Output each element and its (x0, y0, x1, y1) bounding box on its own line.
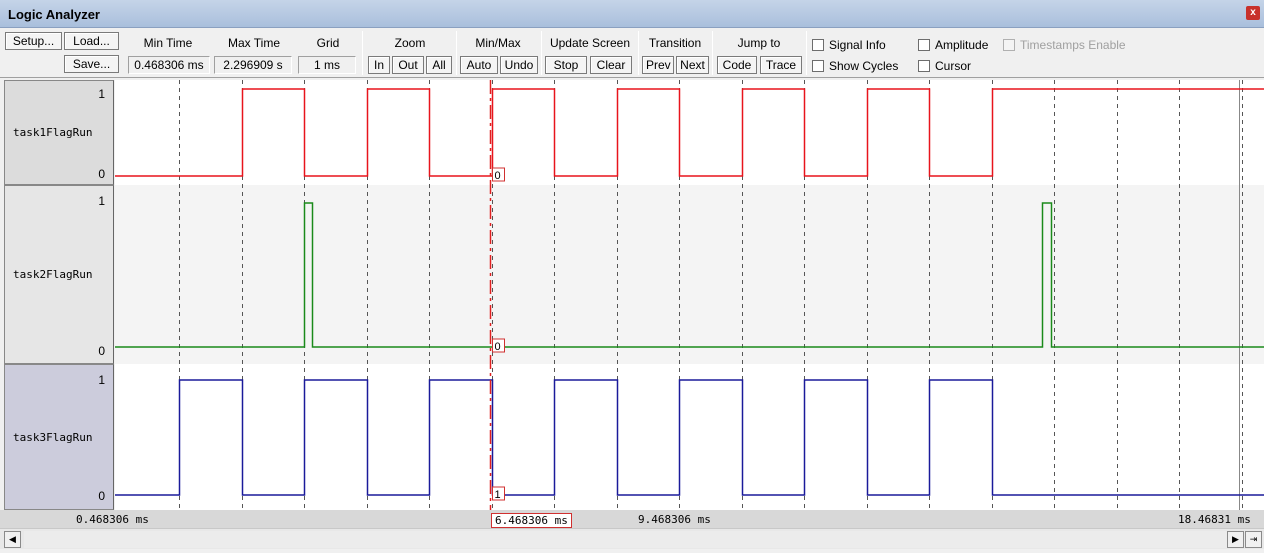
update-stop-button[interactable]: Stop (545, 56, 587, 74)
zoom-all-button[interactable]: All (426, 56, 452, 74)
scrollbar-track[interactable] (24, 531, 1236, 548)
separator (638, 31, 639, 75)
minmax-label: Min/Max (475, 36, 521, 50)
cursor-time-label: 6.468306 ms (491, 513, 572, 528)
amplitude-checkbox[interactable]: Amplitude (918, 38, 988, 52)
scroll-end-icon[interactable]: ⇥ (1245, 531, 1262, 548)
separator (456, 31, 457, 75)
cursor-value-box: 0 (492, 338, 505, 353)
save-button[interactable]: Save... (64, 55, 119, 73)
waveform-canvas[interactable]: 0 0 1 (0, 80, 1264, 510)
minmax-undo-button[interactable]: Undo (500, 56, 538, 74)
update-clear-button[interactable]: Clear (590, 56, 632, 74)
cursor-checkbox[interactable]: Cursor (918, 59, 971, 73)
cursor-value-box: 1 (492, 486, 505, 501)
transition-prev-button[interactable]: Prev (642, 56, 674, 74)
show-cycles-label: Show Cycles (829, 59, 899, 73)
grid-label: Grid (316, 36, 340, 50)
scroll-right-arrow-icon[interactable]: ▶ (1227, 531, 1244, 548)
time-axis: 0.468306 ms 9.468306 ms 18.46831 ms 6.46… (0, 510, 1264, 528)
signal-row-background (115, 185, 1264, 364)
checkbox-box[interactable] (918, 39, 930, 51)
grid-value: 1 ms (298, 56, 356, 74)
svg-text:1: 1 (495, 489, 501, 501)
close-button[interactable]: x (1246, 6, 1260, 20)
checkbox-box[interactable] (812, 39, 824, 51)
timestamps-enable-checkbox: Timestamps Enable (1003, 38, 1126, 52)
timestamps-enable-label: Timestamps Enable (1020, 38, 1126, 52)
max-time-value: 2.296909 s (214, 56, 292, 74)
window-title: Logic Analyzer (8, 7, 100, 22)
amplitude-label: Amplitude (935, 38, 989, 52)
zoom-label: Zoom (394, 36, 426, 50)
toolbar: Setup... Load... Save... Min Time 0.4683… (0, 28, 1264, 78)
separator (712, 31, 713, 75)
horizontal-scrollbar[interactable]: ◀ ▶ ⇥ (0, 528, 1264, 549)
checkbox-box[interactable] (812, 60, 824, 72)
separator (362, 31, 363, 75)
scroll-left-arrow-icon[interactable]: ◀ (4, 531, 21, 548)
cursor-label: Cursor (935, 59, 972, 73)
checkbox-box (1003, 39, 1015, 51)
svg-text:0: 0 (495, 341, 501, 353)
signal-row-background (115, 80, 1264, 185)
title-bar: Logic Analyzer x (0, 0, 1264, 28)
cursor-value-box: 0 (492, 167, 505, 182)
jump-trace-button[interactable]: Trace (760, 56, 802, 74)
transition-label: Transition (648, 36, 702, 50)
axis-end-label: 18.46831 ms (1178, 513, 1251, 526)
svg-text:0: 0 (495, 170, 501, 182)
minmax-auto-button[interactable]: Auto (460, 56, 498, 74)
checkbox-box[interactable] (918, 60, 930, 72)
separator (806, 31, 807, 75)
zoom-in-button[interactable]: In (368, 56, 390, 74)
signal-row-background (115, 364, 1264, 510)
setup-button[interactable]: Setup... (5, 32, 62, 50)
signal-info-checkbox[interactable]: Signal Info (812, 38, 886, 52)
zoom-out-button[interactable]: Out (392, 56, 424, 74)
min-time-label: Min Time (143, 36, 193, 50)
signal-info-label: Signal Info (829, 38, 886, 52)
show-cycles-checkbox[interactable]: Show Cycles (812, 59, 898, 73)
transition-next-button[interactable]: Next (676, 56, 709, 74)
jump-to-label: Jump to (737, 36, 781, 50)
axis-mid-label: 9.468306 ms (638, 513, 711, 526)
load-button[interactable]: Load... (64, 32, 119, 50)
jump-code-button[interactable]: Code (717, 56, 757, 74)
update-screen-label: Update Screen (549, 36, 631, 50)
axis-start-label: 0.468306 ms (76, 513, 149, 526)
max-time-label: Max Time (227, 36, 280, 50)
min-time-value: 0.468306 ms (128, 56, 210, 74)
